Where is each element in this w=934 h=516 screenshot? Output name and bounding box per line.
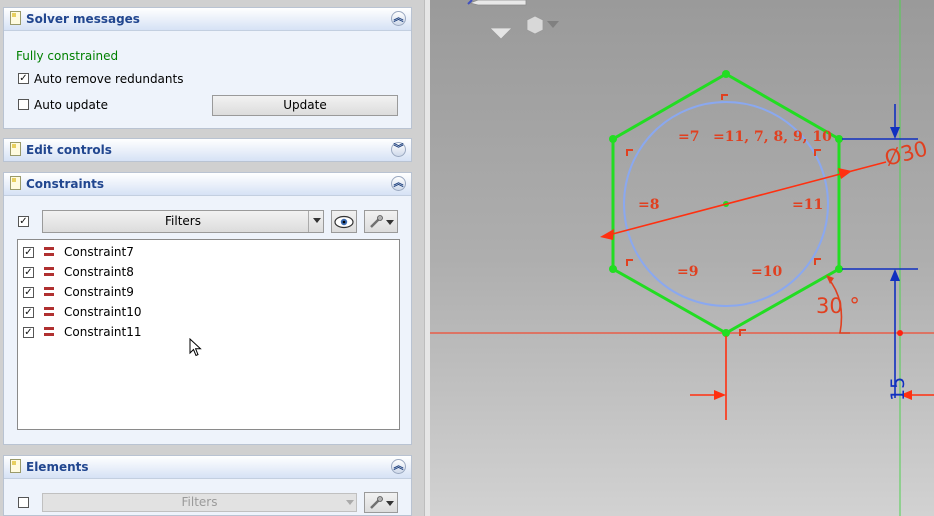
filters-label: Filters [165, 214, 201, 228]
list-item[interactable]: ✓ Constraint11 [18, 322, 399, 342]
solver-status: Fully constrained [16, 49, 119, 63]
document-icon [10, 459, 21, 473]
item-label: Constraint8 [64, 265, 134, 279]
item-checkbox[interactable]: ✓ [23, 287, 34, 298]
list-item[interactable]: ✓ Constraint10 [18, 302, 399, 322]
panel-title: Constraints [26, 177, 105, 191]
item-label: Constraint10 [64, 305, 142, 319]
item-label: Constraint7 [64, 245, 134, 259]
equal-constraint-icon [44, 247, 54, 256]
angle-label[interactable]: 30 ° [816, 294, 860, 318]
edit-controls-panel: Edit controls ︾ [3, 138, 412, 162]
collapse-icon[interactable]: ︽ [391, 176, 406, 191]
item-checkbox[interactable]: ✓ [23, 247, 34, 258]
expand-icon[interactable]: ︾ [391, 142, 406, 157]
filters-label: Filters [181, 495, 218, 509]
equal-constraint-icon [44, 267, 54, 276]
auto-update-checkbox[interactable] [18, 99, 29, 110]
vertical-distance-label[interactable]: 15 [887, 377, 909, 401]
eye-icon [334, 215, 354, 229]
origin-point [897, 330, 903, 336]
elements-filter-checkbox[interactable] [18, 497, 29, 508]
item-label: Constraint9 [64, 285, 134, 299]
equal-label-10[interactable]: =10 [751, 264, 782, 280]
document-icon [10, 176, 21, 190]
constraints-filter-checkbox[interactable]: ✓ [18, 216, 29, 227]
update-button[interactable]: Update [212, 95, 398, 116]
item-checkbox[interactable]: ✓ [23, 327, 34, 338]
visibility-toggle-button[interactable] [331, 210, 357, 233]
constraints-header[interactable]: Constraints ︽ [4, 173, 411, 196]
constraints-list[interactable]: ✓ Constraint7 ✓ Constraint8 ✓ Constraint… [17, 239, 400, 430]
list-item[interactable]: ✓ Constraint8 [18, 262, 399, 282]
equal-label-group[interactable]: =11, 7, 8, 9, 10 [713, 129, 832, 145]
chevron-down-icon [346, 500, 354, 505]
collapse-icon[interactable]: ︽ [391, 459, 406, 474]
chevron-down-icon [313, 218, 321, 223]
equal-label-9[interactable]: =9 [677, 264, 698, 280]
solver-messages-panel: Solver messages ︽ Fully constrained ✓ Au… [3, 7, 412, 129]
constraints-panel: Constraints ︽ ✓ Filters ✓ Constraint7 ✓ … [3, 172, 412, 445]
document-icon [10, 11, 21, 25]
list-item[interactable]: ✓ Constraint9 [18, 282, 399, 302]
tools-icon [370, 215, 383, 228]
list-item[interactable]: ✓ Constraint7 [18, 242, 399, 262]
elements-panel: Elements ︽ Filters [3, 455, 412, 516]
mouse-cursor-icon [189, 338, 202, 357]
chevron-down-icon [386, 220, 394, 225]
navigation-cube[interactable] [467, 0, 559, 40]
solver-messages-header[interactable]: Solver messages ︽ [4, 8, 411, 31]
chevron-down-icon [386, 501, 394, 506]
settings-dropdown-button[interactable] [364, 210, 398, 233]
constraints-filters-dropdown[interactable]: Filters [42, 210, 324, 233]
elements-header[interactable]: Elements ︽ [4, 456, 411, 479]
item-checkbox[interactable]: ✓ [23, 267, 34, 278]
equal-label-8[interactable]: =8 [638, 197, 659, 213]
auto-remove-redundants-checkbox[interactable]: ✓ [18, 73, 29, 84]
panel-title: Solver messages [26, 12, 140, 26]
equal-constraint-icon [44, 327, 54, 336]
elements-settings-dropdown-button[interactable] [364, 492, 398, 513]
edit-controls-header[interactable]: Edit controls ︾ [4, 139, 411, 161]
collapse-icon[interactable]: ︽ [391, 11, 406, 26]
item-checkbox[interactable]: ✓ [23, 307, 34, 318]
equal-constraint-icon [44, 307, 54, 316]
sketch-3d-view[interactable]: Ø30 =7 =11, 7, 8, 9, 10 =8 =11 =9 =10 30… [430, 0, 934, 516]
equal-label-11[interactable]: =11 [792, 197, 823, 213]
panel-title: Elements [26, 460, 89, 474]
document-icon [10, 142, 21, 156]
sketch-canvas[interactable]: Ø30 =7 =11, 7, 8, 9, 10 =8 =11 =9 =10 30… [430, 0, 934, 516]
panel-title: Edit controls [26, 143, 112, 157]
task-panel: Solver messages ︽ Fully constrained ✓ Au… [0, 0, 424, 516]
item-label: Constraint11 [64, 325, 142, 339]
diameter-label[interactable]: Ø30 [882, 136, 930, 170]
auto-update-label: Auto update [34, 98, 108, 112]
elements-filters-dropdown: Filters [42, 493, 357, 512]
equal-label-7[interactable]: =7 [678, 129, 699, 145]
equal-constraint-icon [44, 287, 54, 296]
auto-remove-redundants-label: Auto remove redundants [34, 72, 184, 86]
tools-icon [370, 496, 383, 509]
